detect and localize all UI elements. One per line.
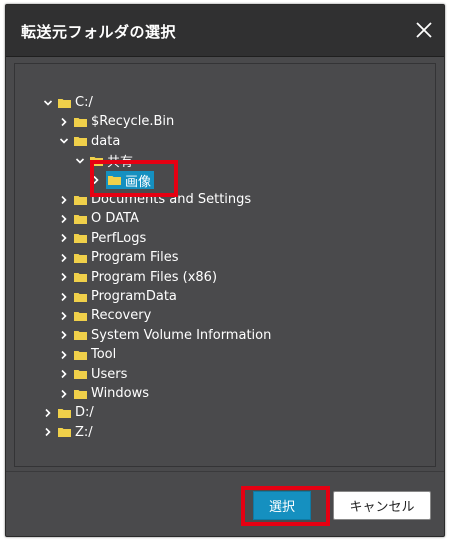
- tree-item[interactable]: C:/: [43, 93, 93, 112]
- tree-item-label: Z:/: [75, 424, 93, 440]
- tree-item[interactable]: PerfLogs: [59, 229, 146, 248]
- tree-item[interactable]: data: [59, 132, 120, 151]
- folder-icon: [74, 273, 87, 283]
- close-icon[interactable]: [412, 18, 436, 42]
- tree-item-label: $Recycle.Bin: [91, 114, 175, 130]
- tree-item[interactable]: System Volume Information: [59, 326, 271, 345]
- tree-item-label: Program Files: [91, 250, 179, 266]
- tree-item[interactable]: 共有: [75, 151, 133, 170]
- folder-icon: [74, 292, 87, 302]
- chevron-right-icon[interactable]: [59, 117, 69, 127]
- folder-icon: [74, 389, 87, 399]
- chevron-down-icon[interactable]: [75, 156, 85, 166]
- folder-icon: [74, 214, 87, 224]
- tree-item-label: D:/: [75, 405, 94, 421]
- chevron-right-icon[interactable]: [59, 350, 69, 360]
- tree-item-label: PerfLogs: [91, 230, 147, 246]
- folder-icon: [74, 331, 87, 341]
- folder-icon: [108, 176, 121, 186]
- tree-item-content: 共有: [90, 151, 133, 170]
- tree-item-label: ProgramData: [91, 289, 177, 304]
- tree-item-content: Recovery: [74, 308, 151, 323]
- tree-item-label: Tool: [91, 347, 117, 363]
- chevron-right-icon[interactable]: [59, 311, 69, 321]
- cancel-button[interactable]: キャンセル: [333, 491, 431, 520]
- tree-item-content: Program Files (x86): [74, 270, 217, 285]
- folder-tree: C:/ $Recycle.Bin data 共有画像 Documents and Set…: [15, 64, 435, 466]
- folder-select-dialog: 転送元フォルダの選択 C:/ $Recycle.Bin data 共有画像 Docume…: [5, 4, 445, 537]
- tree-item[interactable]: Windows: [59, 384, 149, 403]
- tree-item-label: Users: [91, 366, 128, 382]
- chevron-down-icon[interactable]: [43, 98, 53, 108]
- chevron-right-icon[interactable]: [59, 292, 69, 302]
- folder-icon: [74, 117, 87, 127]
- tree-item-label: data: [91, 133, 121, 149]
- tree-item-content: 画像: [106, 171, 155, 190]
- tree-item-content: Tool: [74, 347, 116, 362]
- tree-item-content: Users: [74, 367, 127, 382]
- tree-item-content: System Volume Information: [74, 328, 271, 343]
- tree-item-label: Recovery: [91, 308, 152, 324]
- tree-item-label: O DATA: [91, 211, 139, 227]
- tree-item-label: 画像: [125, 174, 152, 190]
- tree-item-content: Documents and Settings: [74, 192, 251, 207]
- tree-item[interactable]: $Recycle.Bin: [59, 112, 174, 131]
- tree-item-label: Documents and Settings: [91, 192, 252, 207]
- tree-item-content: Z:/: [58, 425, 93, 440]
- tree-item-content: PerfLogs: [74, 231, 146, 246]
- tree-item-content: data: [74, 134, 120, 149]
- chevron-right-icon[interactable]: [91, 175, 101, 185]
- tree-item-label: System Volume Information: [91, 327, 272, 343]
- tree-item-label: 共有: [107, 155, 134, 171]
- folder-icon: [74, 370, 87, 380]
- tree-item-content: Windows: [74, 386, 149, 401]
- chevron-right-icon[interactable]: [43, 427, 53, 437]
- tree-item[interactable]: D:/: [43, 403, 94, 422]
- footer-divider: [6, 471, 444, 472]
- folder-icon: [58, 408, 71, 418]
- tree-item[interactable]: Program Files: [59, 248, 179, 267]
- chevron-down-icon[interactable]: [59, 136, 69, 146]
- tree-item-content: $Recycle.Bin: [74, 114, 174, 129]
- tree-item[interactable]: Tool: [59, 345, 116, 364]
- folder-icon: [74, 311, 87, 321]
- tree-item[interactable]: O DATA: [59, 209, 139, 228]
- tree-item-content: Program Files: [74, 250, 179, 265]
- folder-icon: [74, 195, 87, 205]
- folder-icon: [74, 350, 87, 360]
- chevron-right-icon[interactable]: [59, 195, 69, 205]
- tree-item[interactable]: Z:/: [43, 423, 93, 442]
- tree-item[interactable]: ProgramData: [59, 287, 177, 306]
- folder-icon: [58, 98, 71, 108]
- tree-item-label: Program Files (x86): [91, 269, 218, 285]
- tree-item-label: Windows: [91, 386, 150, 401]
- chevron-right-icon[interactable]: [43, 408, 53, 418]
- chevron-right-icon[interactable]: [59, 214, 69, 224]
- chevron-right-icon[interactable]: [59, 272, 69, 282]
- folder-icon: [90, 156, 103, 166]
- tree-item-content: O DATA: [74, 211, 139, 226]
- chevron-right-icon[interactable]: [59, 233, 69, 243]
- tree-item-content: C:/: [58, 95, 93, 110]
- tree-item[interactable]: Users: [59, 365, 127, 384]
- tree-item-content: D:/: [58, 405, 94, 420]
- tree-item[interactable]: Program Files (x86): [59, 268, 217, 287]
- select-button[interactable]: 選択: [253, 491, 311, 520]
- folder-icon: [74, 253, 87, 263]
- chevron-right-icon[interactable]: [59, 253, 69, 263]
- folder-tree-panel[interactable]: C:/ $Recycle.Bin data 共有画像 Documents and Set…: [14, 63, 436, 467]
- tree-item[interactable]: Recovery: [59, 306, 151, 325]
- chevron-right-icon[interactable]: [59, 389, 69, 399]
- tree-item-content: ProgramData: [74, 289, 177, 304]
- tree-item[interactable]: 画像: [91, 171, 155, 190]
- folder-icon: [74, 137, 87, 147]
- tree-item-label: C:/: [75, 95, 93, 110]
- dialog-title: 転送元フォルダの選択: [21, 23, 177, 41]
- folder-icon: [58, 428, 71, 438]
- dialog-titlebar: 転送元フォルダの選択: [6, 5, 444, 57]
- tree-item[interactable]: Documents and Settings: [59, 190, 251, 209]
- chevron-right-icon[interactable]: [59, 369, 69, 379]
- chevron-right-icon[interactable]: [59, 330, 69, 340]
- folder-icon: [74, 234, 87, 244]
